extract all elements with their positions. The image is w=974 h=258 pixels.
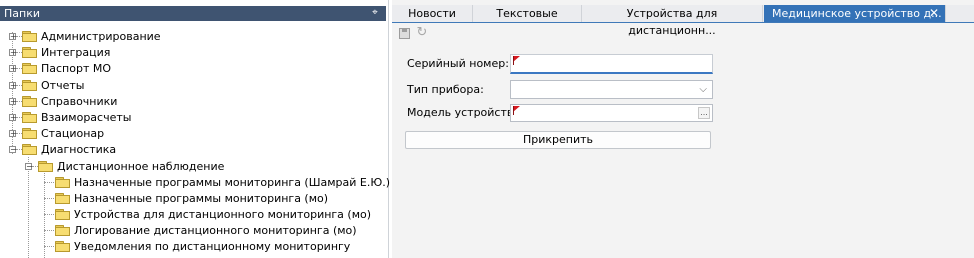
tree-item-assigned-programs-shamrai[interactable]: Назначенные программы мониторинга (Шамра… bbox=[0, 175, 390, 191]
tab-medical-device[interactable]: Медицинское устройство д... ✕ bbox=[764, 5, 946, 22]
folders-panel-header: Папки ⌖ bbox=[0, 6, 386, 21]
content-panel: Новости Текстовые Устройства для дистанц… bbox=[392, 0, 974, 258]
folder-icon bbox=[22, 95, 38, 107]
folder-open-icon bbox=[38, 160, 54, 172]
device-type-select[interactable]: ⌵ bbox=[510, 80, 713, 99]
device-type-label: Тип прибора: bbox=[407, 83, 484, 96]
tree-connector bbox=[44, 181, 54, 183]
tree-item-label: Назначенные программы мониторинга (Шамра… bbox=[74, 175, 390, 189]
tree-item-label: Дистанционное наблюдение bbox=[57, 159, 225, 173]
tab-news[interactable]: Новости bbox=[392, 5, 473, 22]
expand-icon[interactable]: + bbox=[9, 97, 17, 105]
collapse-icon[interactable]: − bbox=[9, 146, 17, 154]
tree-item-label: Стационар bbox=[41, 127, 105, 141]
tree-item-remote-monitoring[interactable]: − Дистанционное наблюдение bbox=[0, 159, 386, 175]
tree-item-monitoring-notifications[interactable]: Уведомления по дистанционному мониторинг… bbox=[0, 239, 386, 255]
folder-icon bbox=[22, 31, 38, 42]
tree-item-administration[interactable]: + Администрирование bbox=[0, 29, 386, 45]
device-model-label: Модель устройства: bbox=[407, 106, 524, 119]
required-flag-icon bbox=[513, 106, 520, 115]
tree-item-label: Уведомления по дистанционному мониторинг… bbox=[74, 240, 351, 254]
pin-icon[interactable]: ⌖ bbox=[370, 7, 380, 19]
serial-number-label: Серийный номер: bbox=[407, 57, 509, 70]
folder-icon bbox=[22, 63, 38, 75]
tree-connector bbox=[44, 197, 54, 199]
tree-item-label: Взаиморасчеты bbox=[41, 110, 132, 124]
folder-open-icon bbox=[22, 144, 38, 156]
tree-connector bbox=[44, 230, 54, 232]
tree-item-hospital[interactable]: + Стационар bbox=[0, 126, 386, 142]
tree-item-diagnostics[interactable]: − Диагностика bbox=[0, 142, 386, 158]
save-icon[interactable] bbox=[399, 28, 410, 39]
expand-icon[interactable]: + bbox=[9, 130, 17, 138]
expand-icon[interactable]: + bbox=[9, 49, 17, 57]
tree-item-label: Справочники bbox=[41, 94, 118, 108]
folder-icon bbox=[55, 241, 71, 253]
refresh-icon[interactable]: ↻ bbox=[415, 26, 429, 40]
tab-label: Текстовые bbox=[496, 7, 558, 20]
tree-item-monitoring-logging-mo[interactable]: Логирование дистанционного мониторинга (… bbox=[0, 223, 386, 239]
expand-icon[interactable]: + bbox=[9, 33, 17, 41]
attach-button[interactable]: Прикрепить bbox=[405, 131, 711, 149]
tree-item-integration[interactable]: + Интеграция bbox=[0, 45, 386, 61]
tab-label: Новости bbox=[408, 7, 456, 20]
tree-item-reports[interactable]: + Отчеты bbox=[0, 78, 386, 94]
folder-icon bbox=[55, 192, 71, 204]
folder-icon bbox=[55, 225, 71, 237]
folder-tree: + Администрирование + Интеграция + Паспо… bbox=[0, 29, 390, 258]
required-flag-icon bbox=[513, 56, 520, 65]
browse-ellipsis-button[interactable]: ... bbox=[698, 107, 710, 119]
folder-open-icon bbox=[55, 209, 71, 221]
folder-icon bbox=[22, 47, 38, 59]
expand-icon[interactable]: + bbox=[9, 113, 17, 121]
tree-item-references[interactable]: + Справочники bbox=[0, 94, 386, 110]
tree-item-label: Администрирование bbox=[41, 30, 161, 43]
tree-item-label: Интеграция bbox=[41, 46, 111, 60]
chevron-down-icon[interactable]: ⌵ bbox=[699, 83, 707, 97]
device-model-field[interactable]: ... bbox=[510, 104, 713, 122]
expand-icon[interactable]: + bbox=[9, 81, 17, 89]
folder-icon bbox=[22, 79, 38, 91]
tab-label: Устройства для дистанционн... bbox=[626, 7, 718, 37]
serial-number-field[interactable] bbox=[510, 54, 713, 74]
folder-icon bbox=[55, 176, 71, 188]
folders-panel-title: Папки bbox=[4, 7, 40, 20]
tree-connector bbox=[44, 214, 54, 216]
tab-monitoring-devices[interactable]: Устройства для дистанционн... bbox=[582, 5, 763, 37]
tree-item-label: Диагностика bbox=[41, 143, 117, 157]
tree-item-label: Отчеты bbox=[41, 78, 85, 92]
tab-text[interactable]: Текстовые bbox=[473, 5, 582, 22]
tree-connector bbox=[44, 246, 54, 248]
tree-item-label: Логирование дистанционного мониторинга (… bbox=[74, 224, 357, 238]
folder-icon bbox=[22, 128, 38, 140]
close-icon[interactable]: ✕ bbox=[929, 5, 939, 22]
tree-item-settlements[interactable]: + Взаиморасчеты bbox=[0, 110, 386, 126]
tree-item-label: Назначенные программы мониторинга (мо) bbox=[74, 191, 329, 205]
collapse-icon[interactable]: − bbox=[25, 162, 33, 170]
tree-item-passport-mo[interactable]: + Паспорт МО bbox=[0, 61, 386, 77]
folder-icon bbox=[22, 111, 38, 123]
tree-item-monitoring-devices-mo[interactable]: Устройства для дистанционного мониторинг… bbox=[0, 207, 386, 223]
tab-bar: Новости Текстовые Устройства для дистанц… bbox=[392, 5, 974, 37]
tab-label: Медицинское устройство д... bbox=[772, 7, 942, 20]
expand-icon[interactable]: + bbox=[9, 65, 17, 73]
tree-item-label: Паспорт МО bbox=[41, 62, 112, 76]
folders-panel: Папки ⌖ + Администрирование + Интеграция… bbox=[0, 0, 390, 258]
tree-item-assigned-programs-mo[interactable]: Назначенные программы мониторинга (мо) bbox=[0, 191, 386, 207]
tree-item-label: Устройства для дистанционного мониторинг… bbox=[74, 208, 372, 222]
